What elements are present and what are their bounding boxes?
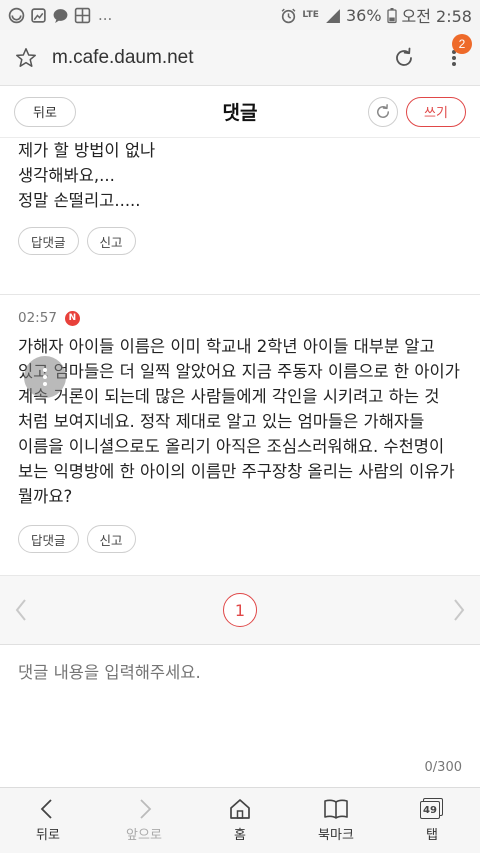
signal-icon [326, 8, 340, 23]
home-icon [230, 799, 250, 819]
comment-line: 생각해봐요,... [18, 166, 115, 185]
next-page-icon[interactable] [452, 598, 466, 622]
url-text[interactable]: m.cafe.daum.net [52, 47, 194, 69]
bookmark-star-icon[interactable] [14, 46, 38, 70]
gallery-icon [31, 7, 46, 23]
battery-percent: 36% [345, 5, 382, 25]
tile-icon [74, 7, 91, 23]
nav-home[interactable]: 홈 [192, 788, 288, 853]
battery-icon [386, 7, 397, 23]
nav-tabs-label: 탭 [426, 828, 438, 843]
system-status: LTE 36% 오전 2:58 [280, 3, 472, 27]
comment-item: 02:57 N 가해자 아이들 이름은 이미 학교내 2학년 아이들 대부분 알… [0, 310, 480, 553]
nav-bookmark-label: 북마크 [318, 828, 354, 843]
current-page[interactable]: 1 [223, 593, 257, 627]
floating-menu-dot [43, 375, 47, 379]
comment-line: 정말 손떨리고..... [18, 191, 141, 210]
back-arrow-icon [40, 799, 52, 819]
pagination: 1 [0, 575, 480, 645]
tabs-icon: 49 [420, 798, 444, 820]
comment-input[interactable] [18, 663, 458, 682]
floating-menu-dot [43, 368, 47, 372]
network-type: LTE [302, 10, 319, 20]
refresh-icon [377, 103, 389, 118]
forward-arrow-icon [140, 799, 152, 819]
comment-divider [0, 294, 480, 295]
comment-list: 진실이 밝혀지게끔 제가 할 방법이 없나 생각해봐요,... 정말 손떨리고.… [0, 138, 480, 575]
reply-button[interactable]: 답댓글 [18, 227, 79, 255]
nav-home-label: 홈 [234, 828, 246, 843]
tab-count: 49 [420, 801, 440, 819]
messenger-icon [8, 7, 25, 23]
floating-menu-button[interactable] [24, 356, 66, 398]
new-badge: N [64, 310, 80, 326]
reload-icon[interactable] [392, 46, 416, 70]
browser-url-bar: m.cafe.daum.net 2 [0, 30, 480, 86]
nav-forward-label: 앞으로 [126, 828, 162, 843]
chat-icon [53, 8, 68, 23]
page-header: 뒤로 댓글 쓰기 [0, 86, 480, 138]
comment-body: 가해자 아이들 이름은 이미 학교내 2학년 아이들 대부분 알고 있고 엄마들… [18, 337, 460, 506]
browser-bottom-nav: 뒤로 앞으로 홈 북마크 49 탭 [0, 788, 480, 853]
browser-menu-badge: 2 [452, 33, 472, 54]
prev-page-icon[interactable] [14, 598, 28, 622]
comment-line: 제가 할 방법이 없나 [18, 141, 156, 160]
write-button[interactable]: 쓰기 [406, 96, 466, 127]
status-bar: ... LTE 36% 오전 2:58 [0, 0, 480, 30]
more-notifications: ... [98, 6, 113, 24]
comment-time: 02:57 [18, 310, 57, 326]
comment-compose: 0/300 [0, 645, 480, 788]
nav-back[interactable]: 뒤로 [0, 788, 96, 853]
browser-menu-button[interactable]: 2 [442, 33, 472, 72]
notification-icons: ... [8, 6, 112, 24]
back-button[interactable]: 뒤로 [14, 96, 76, 127]
bookmark-book-icon [324, 799, 348, 819]
nav-tabs[interactable]: 49 탭 [384, 788, 480, 853]
report-button[interactable]: 신고 [86, 525, 136, 553]
reply-button[interactable]: 답댓글 [18, 525, 79, 553]
nav-back-label: 뒤로 [36, 828, 60, 843]
floating-menu-dot [43, 382, 47, 386]
nav-bookmark[interactable]: 북마크 [288, 788, 384, 853]
clock: 오전 2:58 [401, 7, 472, 26]
nav-forward[interactable]: 앞으로 [96, 788, 192, 853]
alarm-icon [282, 8, 296, 23]
comment-item: 진실이 밝혀지게끔 제가 할 방법이 없나 생각해봐요,... 정말 손떨리고.… [0, 138, 480, 255]
report-button[interactable]: 신고 [86, 227, 136, 255]
refresh-button[interactable] [368, 96, 398, 127]
char-counter: 0/300 [424, 760, 462, 775]
